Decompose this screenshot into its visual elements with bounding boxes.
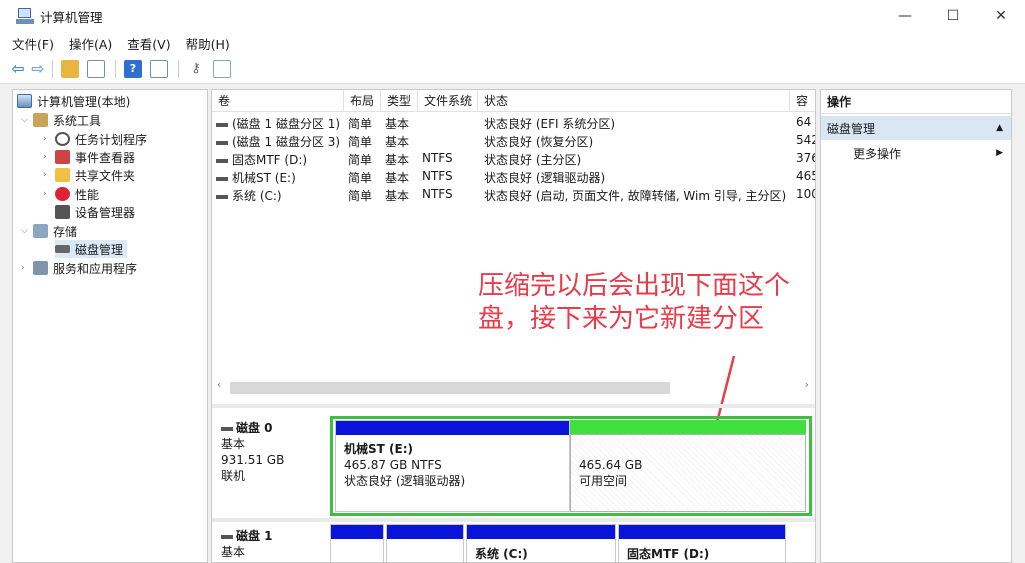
column-header-type[interactable]: 类型 [381, 90, 418, 112]
menu-help[interactable]: 帮助(H) [186, 34, 230, 53]
more-actions-item[interactable]: 更多操作 ▶ [853, 142, 1011, 164]
help-icon[interactable]: ? [124, 59, 142, 78]
properties-icon[interactable] [150, 59, 168, 78]
title-bar: 计算机管理 — ☐ ✕ [0, 0, 1025, 32]
partition-d[interactable]: 固态MTF (D:) [618, 524, 786, 562]
table-row[interactable]: 机械ST (E:) 简单 基本 NTFS 状态良好 (逻辑驱动器) 465 [212, 167, 815, 185]
volume-icon [216, 194, 228, 199]
maximize-button[interactable]: ☐ [929, 0, 977, 32]
actions-disk-management[interactable]: 磁盘管理 ▲ [821, 116, 1011, 140]
chevron-left-icon[interactable]: ‹ [217, 378, 221, 391]
computer-icon [17, 94, 32, 108]
partition-e[interactable]: 机械ST (E:) 465.87 GB NTFS 状态良好 (逻辑驱动器) [335, 420, 570, 512]
tree-item-task-scheduler[interactable]: › 任务计划程序 [43, 130, 147, 148]
chevron-down-icon[interactable]: ⌵ [21, 226, 33, 236]
chevron-right-icon[interactable]: › [805, 378, 809, 391]
pane-splitter[interactable] [212, 404, 815, 408]
performance-icon [55, 187, 70, 201]
disk-icon [221, 534, 233, 539]
partition-recovery[interactable] [386, 524, 464, 562]
collapse-up-icon[interactable]: ▲ [996, 123, 1003, 133]
disk1-info[interactable]: 磁盘 1 基本 [221, 528, 273, 560]
tree-item-services-applications[interactable]: › 服务和应用程序 [21, 259, 137, 277]
actions-header: 操作 [821, 90, 1011, 114]
menu-file[interactable]: 文件(F) [12, 34, 54, 53]
storage-icon [33, 224, 48, 238]
disk-icon [221, 426, 233, 431]
disk-management-pane: 卷 布局 类型 文件系统 状态 容 (磁盘 1 磁盘分区 1) 简单 基本 状态… [211, 89, 816, 563]
navigation-tree: 计算机管理(本地) ⌵ 系统工具 › 任务计划程序 › 事件查看器 › 共享文件… [12, 89, 208, 563]
column-header-capacity[interactable]: 容 [790, 90, 815, 112]
partition-c[interactable]: 系统 (C:) [466, 524, 616, 562]
chevron-right-icon[interactable]: › [43, 189, 55, 199]
partition-efi[interactable] [330, 524, 384, 562]
menu-view[interactable]: 查看(V) [127, 34, 170, 53]
volume-icon [216, 122, 228, 127]
scrollbar-thumb[interactable] [230, 382, 670, 394]
key-icon[interactable]: ⚷ [187, 60, 205, 78]
services-icon [33, 261, 48, 275]
toolbar: ⇦ ⇨ ? ⚷ [0, 54, 1025, 84]
device-manager-icon [55, 205, 70, 219]
table-row[interactable]: (磁盘 1 磁盘分区 3) 简单 基本 状态良好 (恢复分区) 542 [212, 131, 815, 149]
table-row[interactable]: (磁盘 1 磁盘分区 1) 简单 基本 状态良好 (EFI 系统分区) 64 [212, 113, 815, 131]
tree-item-shared-folders[interactable]: › 共享文件夹 [43, 166, 135, 184]
column-header-volume[interactable]: 卷 [212, 90, 344, 112]
column-header-status[interactable]: 状态 [478, 90, 790, 112]
chevron-right-icon[interactable]: › [43, 134, 55, 144]
free-space-bar [570, 420, 806, 434]
forward-arrow-icon[interactable]: ⇨ [30, 59, 46, 78]
submenu-arrow-icon: ▶ [996, 148, 1003, 158]
chevron-down-icon[interactable]: ⌵ [21, 115, 33, 125]
horizontal-scrollbar[interactable]: ‹ › [212, 378, 815, 396]
tree-item-computer-management[interactable]: 计算机管理(本地) [17, 92, 130, 110]
tree-item-disk-management[interactable]: 磁盘管理 [55, 240, 128, 258]
shared-folder-icon [55, 168, 70, 182]
action-pane-icon[interactable] [213, 59, 231, 78]
column-header-layout[interactable]: 布局 [344, 90, 381, 112]
chevron-right-icon[interactable]: › [43, 152, 55, 162]
partition-bar [336, 421, 569, 435]
disk-separator [212, 518, 815, 522]
tree-item-storage[interactable]: ⌵ 存储 [21, 222, 77, 240]
back-arrow-icon[interactable]: ⇦ [10, 59, 26, 78]
clock-icon [55, 132, 70, 146]
toolbar-separator [52, 59, 53, 78]
computer-management-icon [16, 7, 34, 25]
toolbar-separator [115, 59, 116, 78]
window-title: 计算机管理 [40, 9, 103, 25]
disk-icon [55, 245, 70, 253]
disk0-info[interactable]: 磁盘 0 基本 931.51 GB 联机 [221, 420, 284, 484]
minimize-button[interactable]: — [881, 0, 929, 32]
chevron-right-icon[interactable]: › [21, 263, 33, 273]
close-button[interactable]: ✕ [977, 0, 1025, 32]
column-header-filesystem[interactable]: 文件系统 [418, 90, 478, 112]
actions-pane: 操作 磁盘管理 ▲ 更多操作 ▶ [820, 89, 1012, 563]
tree-item-event-viewer[interactable]: › 事件查看器 [43, 148, 135, 166]
menu-action[interactable]: 操作(A) [69, 34, 112, 53]
up-folder-icon[interactable] [61, 59, 79, 78]
annotation-text: 压缩完以后会出现下面这个 盘，接下来为它新建分区 [478, 271, 791, 334]
tree-item-system-tools[interactable]: ⌵ 系统工具 [21, 111, 101, 129]
volume-icon [216, 158, 228, 163]
volume-icon [216, 176, 228, 181]
chevron-right-icon[interactable]: › [43, 170, 55, 180]
toolbar-separator [178, 59, 179, 78]
unallocated-space[interactable]: 465.64 GB 可用空间 [570, 434, 806, 512]
tree-item-performance[interactable]: › 性能 [43, 185, 99, 203]
menu-bar: 文件(F) 操作(A) 查看(V) 帮助(H) [0, 32, 1025, 54]
volume-icon [216, 140, 228, 145]
tree-item-device-manager[interactable]: 设备管理器 [55, 203, 135, 221]
show-hide-tree-icon[interactable] [87, 59, 105, 78]
tools-icon [33, 113, 48, 127]
event-viewer-icon [55, 150, 70, 164]
table-row[interactable]: 系统 (C:) 简单 基本 NTFS 状态良好 (启动, 页面文件, 故障转储,… [212, 185, 815, 203]
table-row[interactable]: 固态MTF (D:) 简单 基本 NTFS 状态良好 (主分区) 376 [212, 149, 815, 167]
